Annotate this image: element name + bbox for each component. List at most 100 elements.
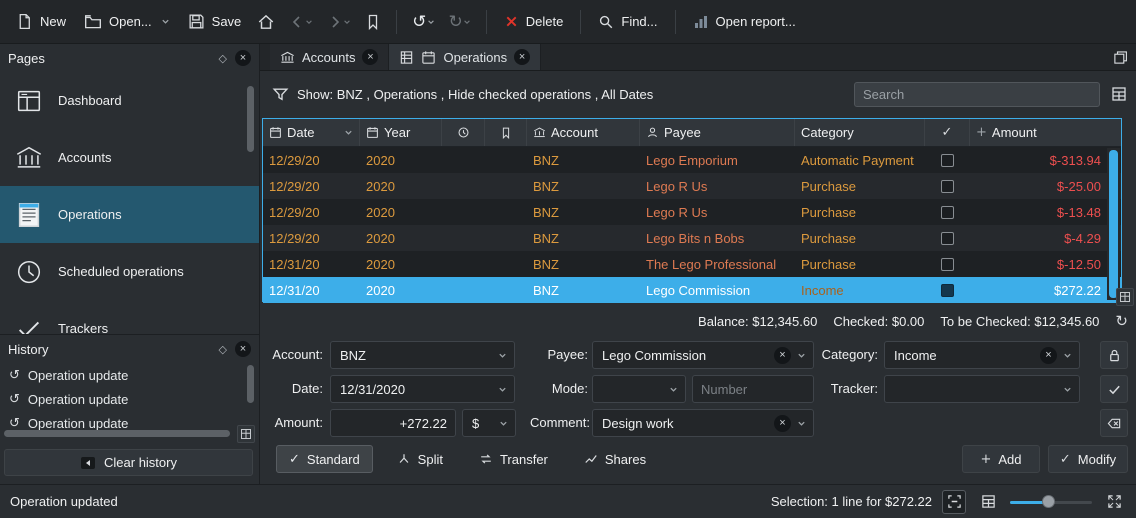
undo-icon: ↺: [412, 12, 426, 32]
account-label: Account:: [250, 341, 323, 369]
table-row[interactable]: 12/29/20 2020 BNZ Lego R Us Purchase $-2…: [263, 173, 1121, 199]
table-row[interactable]: 12/31/20 2020 BNZ The Lego Professional …: [263, 251, 1121, 277]
type-shares-button[interactable]: Shares: [572, 445, 658, 473]
tracker-combobox[interactable]: [884, 375, 1080, 403]
table-row[interactable]: 12/29/20 2020 BNZ Lego R Us Purchase $-1…: [263, 199, 1121, 225]
mode-combobox[interactable]: [592, 375, 686, 403]
tab-operations-label: Operations: [443, 50, 507, 65]
cell-schedule: [442, 173, 485, 199]
new-button[interactable]: New: [8, 7, 74, 36]
row-checkbox[interactable]: [941, 206, 954, 219]
toolbar-separator: [396, 10, 397, 34]
operations-ledger-icon: [14, 200, 44, 230]
column-header-schedule[interactable]: [442, 119, 485, 146]
column-header-amount[interactable]: + Amount: [970, 119, 1121, 146]
close-tab-icon[interactable]: ×: [362, 49, 378, 65]
cell-bookmark: [485, 277, 527, 303]
tab-bar: Accounts × Operations ×: [260, 44, 1136, 71]
cell-account: BNZ: [527, 173, 640, 199]
find-button[interactable]: Find...: [590, 8, 665, 36]
cell-payee: Lego R Us: [640, 173, 795, 199]
sidebar-item-operations[interactable]: Operations: [0, 186, 259, 243]
cell-bookmark: [485, 147, 527, 173]
add-button[interactable]: + Add: [962, 445, 1040, 473]
modify-button[interactable]: ✓ Modify: [1048, 445, 1128, 473]
cell-amount: $-313.94: [970, 147, 1121, 173]
selection-mode-button[interactable]: [942, 490, 966, 514]
freeze-lock-button[interactable]: [1100, 341, 1128, 369]
table-scrollbar[interactable]: [1107, 148, 1120, 300]
clear-field-icon[interactable]: ×: [774, 415, 791, 432]
validate-check-button[interactable]: [1100, 375, 1128, 403]
delete-button[interactable]: Delete: [496, 8, 572, 35]
slider-knob[interactable]: [1042, 495, 1055, 508]
column-header-category[interactable]: Category: [795, 119, 925, 146]
account-combobox[interactable]: BNZ: [330, 341, 515, 369]
category-combobox[interactable]: Income ×: [884, 341, 1080, 369]
type-transfer-button[interactable]: Transfer: [467, 445, 560, 473]
row-checkbox[interactable]: [941, 284, 954, 297]
forward-button[interactable]: [321, 8, 357, 36]
dashboard-icon: [14, 86, 44, 116]
form-row-2: Date: 12/31/2020 Mode: Tracker:: [0, 375, 1136, 403]
pages-scrollbar[interactable]: [247, 86, 254, 152]
column-header-year[interactable]: Year: [360, 119, 442, 146]
type-split-button[interactable]: Split: [385, 445, 455, 473]
undo-button[interactable]: ↺: [406, 6, 440, 38]
fit-zoom-button[interactable]: [1102, 490, 1126, 514]
redo-button[interactable]: ↻: [443, 6, 477, 38]
payee-combobox[interactable]: Lego Commission ×: [592, 341, 814, 369]
table-settings-button[interactable]: [1108, 83, 1130, 105]
float-panel-icon[interactable]: ◇: [219, 52, 227, 65]
clear-field-icon[interactable]: ×: [1040, 347, 1057, 364]
table-row[interactable]: 12/29/20 2020 BNZ Lego Bits n Bobs Purch…: [263, 225, 1121, 251]
sidebar-item-scheduled-operations[interactable]: Scheduled operations: [0, 243, 259, 300]
column-header-account[interactable]: Account: [527, 119, 640, 146]
home-button[interactable]: [251, 7, 281, 37]
amount-input[interactable]: [330, 409, 456, 437]
chevron-down-icon: [666, 385, 680, 394]
cell-category: Purchase: [795, 173, 925, 199]
back-button[interactable]: [283, 8, 319, 36]
tab-accounts[interactable]: Accounts ×: [270, 44, 389, 70]
number-input[interactable]: [692, 375, 814, 403]
cell-year: 2020: [360, 225, 442, 251]
erase-form-button[interactable]: [1100, 409, 1128, 437]
close-panel-icon[interactable]: ×: [235, 50, 251, 66]
open-report-button[interactable]: Open report...: [685, 8, 804, 36]
row-checkbox[interactable]: [941, 154, 954, 167]
sidebar-item-accounts[interactable]: Accounts: [0, 129, 259, 186]
table-view-button[interactable]: [976, 490, 1000, 514]
date-combobox[interactable]: 12/31/2020: [330, 375, 515, 403]
close-tab-icon[interactable]: ×: [514, 49, 530, 65]
refresh-icon[interactable]: ↻: [1115, 312, 1128, 330]
table-row-selected[interactable]: 12/31/20 2020 BNZ Lego Commission Income…: [263, 277, 1121, 303]
save-button[interactable]: Save: [180, 7, 250, 36]
table-row[interactable]: 12/29/20 2020 BNZ Lego Emporium Automati…: [263, 147, 1121, 173]
cell-amount: $-25.00: [970, 173, 1121, 199]
column-header-payee[interactable]: Payee: [640, 119, 795, 146]
row-checkbox[interactable]: [941, 232, 954, 245]
column-header-checked[interactable]: ✓: [925, 119, 970, 146]
column-header-date[interactable]: Date: [263, 119, 360, 146]
row-checkbox[interactable]: [941, 180, 954, 193]
column-header-bookmark[interactable]: [485, 119, 527, 146]
tab-operations[interactable]: Operations ×: [389, 44, 541, 70]
table-corner-settings-button[interactable]: [1116, 288, 1134, 306]
sidebar-item-trackers[interactable]: Trackers: [0, 300, 259, 334]
zoom-slider[interactable]: [1010, 492, 1092, 512]
chevron-down-icon: [161, 17, 170, 26]
bookmark-button[interactable]: [359, 8, 387, 36]
search-input[interactable]: [854, 82, 1100, 107]
tab-overview-button[interactable]: [1105, 44, 1136, 70]
open-button[interactable]: Open...: [76, 7, 178, 37]
sidebar-item-dashboard[interactable]: Dashboard: [0, 72, 259, 129]
form-row-1: Account: BNZ Payee: Lego Commission × Ca…: [0, 341, 1136, 369]
filter-summary: Show: BNZ , Operations , Hide checked op…: [297, 87, 653, 102]
comment-combobox[interactable]: Design work ×: [592, 409, 814, 437]
row-checkbox[interactable]: [941, 258, 954, 271]
clear-field-icon[interactable]: ×: [774, 347, 791, 364]
unit-combobox[interactable]: $: [462, 409, 516, 437]
type-standard-button[interactable]: ✓ Standard: [276, 445, 373, 473]
cell-year: 2020: [360, 277, 442, 303]
